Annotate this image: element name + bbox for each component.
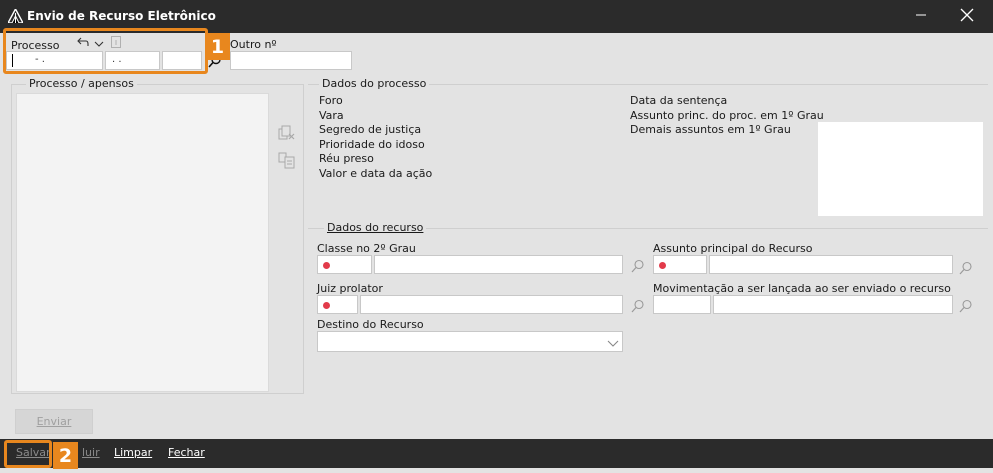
foro-label: Foro (319, 94, 343, 107)
step-badge-1: 1 (205, 33, 230, 60)
close-icon (960, 8, 974, 25)
destino-select[interactable] (317, 331, 623, 352)
assunto-recurso-label: Assunto principal do Recurso (653, 242, 813, 255)
juiz-label: Juiz prolator (317, 282, 383, 295)
demais-assuntos-box (818, 122, 983, 216)
classe-label: Classe no 2º Grau (317, 242, 416, 255)
attachment-icon[interactable] (278, 151, 296, 172)
close-button[interactable] (944, 0, 990, 33)
demais-assuntos-label: Demais assuntos em 1º Grau (630, 123, 791, 136)
movimentacao-code-field[interactable] (653, 295, 711, 314)
required-indicator (323, 262, 330, 269)
dados-processo-left-labels: Foro Vara Segredo de justiça Prioridade … (319, 94, 432, 181)
classe-code-field[interactable] (317, 255, 372, 274)
excluir-button[interactable]: luir (82, 446, 100, 459)
destino-label: Destino do Recurso (317, 318, 424, 331)
app-logo-icon (6, 7, 25, 26)
apensos-legend: Processo / apensos (26, 77, 137, 90)
dados-processo-right-labels: Data da sentença Assunto princ. do proc.… (630, 94, 824, 138)
movimentacao-description-field[interactable] (713, 295, 953, 314)
search-icon[interactable] (959, 299, 973, 313)
chevron-down-icon (607, 338, 619, 351)
prioridade-idoso-label: Prioridade do idoso (319, 137, 425, 151)
dados-recurso-legend: Dados do recurso (324, 221, 427, 234)
required-indicator (659, 262, 666, 269)
juiz-code-field[interactable] (317, 295, 358, 314)
reu-preso-label: Réu preso (319, 152, 374, 165)
minimize-icon (915, 9, 927, 24)
apensos-list[interactable] (16, 93, 269, 392)
highlight-box-1 (3, 28, 208, 74)
search-icon[interactable] (631, 299, 645, 313)
assunto-code-field[interactable] (653, 255, 707, 274)
highlight-box-2 (4, 440, 52, 468)
movimentacao-label: Movimentação a ser lançada ao ser enviad… (653, 282, 951, 295)
outro-numero-label: Outro nº (230, 38, 277, 51)
outro-numero-field[interactable] (230, 51, 352, 70)
valor-data-acao-label: Valor e data da ação (319, 166, 433, 180)
data-sentenca-label: Data da sentença (630, 94, 728, 107)
bottom-toolbar: Salvar luir Limpar Fechar 2 (0, 439, 993, 469)
assunto-description-field[interactable] (709, 255, 953, 274)
search-icon[interactable] (959, 261, 973, 275)
fechar-button[interactable]: Fechar (168, 446, 205, 459)
classe-description-field[interactable] (374, 255, 623, 274)
juiz-name-field[interactable] (360, 295, 623, 314)
minimize-button[interactable] (898, 0, 944, 33)
step-badge-2: 2 (53, 442, 78, 469)
assunto-principal-label: Assunto princ. do proc. em 1º Grau (630, 108, 824, 122)
dados-processo-legend: Dados do processo (319, 77, 430, 90)
limpar-button[interactable]: Limpar (114, 446, 152, 459)
remove-attachment-icon[interactable] (278, 125, 296, 144)
window-title: Envio de Recurso Eletrônico (27, 9, 216, 23)
vara-label: Vara (319, 108, 344, 122)
main-panel: Processo - . . . Outro nº 1 Processo / a… (1, 28, 991, 439)
required-indicator (323, 302, 330, 309)
search-icon[interactable] (631, 259, 645, 273)
enviar-button[interactable]: Enviar (15, 409, 93, 434)
segredo-label: Segredo de justiça (319, 123, 422, 136)
